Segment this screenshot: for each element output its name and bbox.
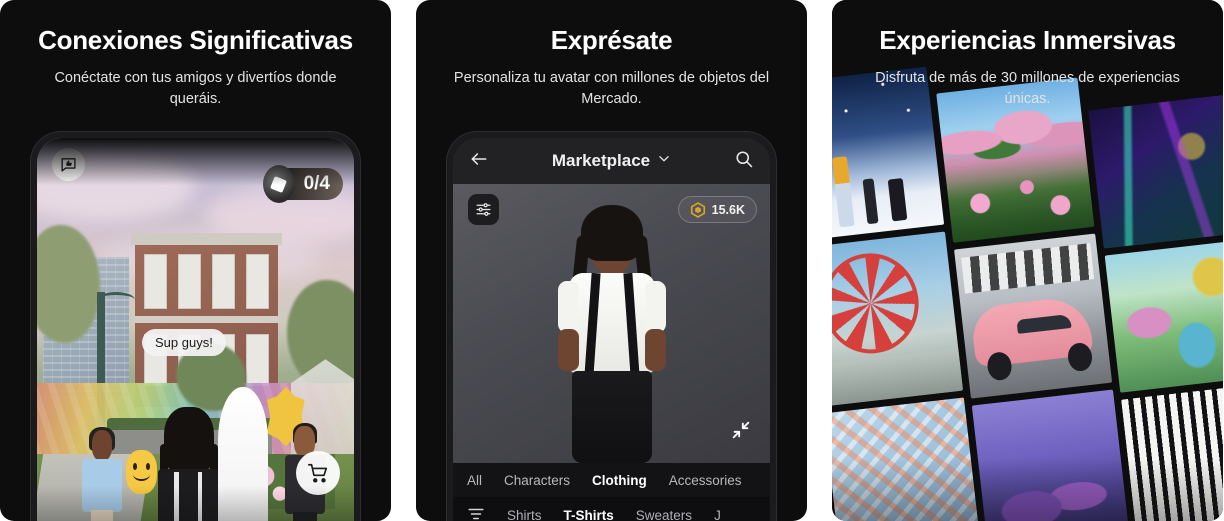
avatar-preview-stage: 15.6K [453, 184, 770, 463]
page-title: Exprésate [550, 25, 673, 55]
collage-tile-blue-abstract[interactable] [832, 397, 983, 521]
search-icon[interactable] [734, 149, 754, 174]
panel-2-header: Exprésate Personaliza tu avatar con mill… [416, 0, 807, 109]
experience-collage [832, 66, 1223, 521]
collage-tile-purple-fantasy[interactable] [972, 389, 1130, 521]
subtab-shirts[interactable]: Shirts [507, 508, 542, 521]
subtab-sweaters[interactable]: Sweaters [636, 508, 692, 521]
chat-bubble: Sup guys! [142, 329, 226, 356]
shopping-cart-icon[interactable] [296, 451, 340, 495]
tab-all[interactable]: All [467, 473, 482, 488]
collage-tile-pink-car[interactable] [954, 233, 1113, 399]
emoji-character [125, 450, 158, 494]
subtab-tshirts[interactable]: T-Shirts [564, 508, 614, 521]
panel-3-header: Experiencias Inmersivas Disfruta de más … [832, 0, 1223, 109]
page-title: Experiencias Inmersivas [879, 25, 1176, 55]
collage-tile-neon-club[interactable] [1088, 94, 1223, 249]
robux-balance-badge[interactable]: 15.6K [677, 196, 757, 223]
robux-hexagon-icon [690, 201, 706, 218]
collage-tile-carnival[interactable] [832, 231, 964, 407]
phone-frame-1: 0/4 Sup guys! [31, 132, 360, 521]
score-value: 0/4 [303, 173, 330, 194]
back-arrow-icon[interactable] [469, 149, 489, 174]
robux-amount: 15.6K [711, 202, 745, 217]
subcategory-tabs: Shirts T-Shirts Sweaters J [453, 497, 770, 521]
tab-clothing[interactable]: Clothing [592, 473, 647, 488]
roblox-logo-icon [262, 165, 295, 203]
panel-1-header: Conexiones Significativas Conéctate con … [0, 0, 391, 109]
panel-immersive-experiences: Experiencias Inmersivas Disfruta de más … [832, 0, 1223, 521]
chevron-down-icon [657, 151, 671, 171]
filter-lines-icon[interactable] [467, 505, 485, 521]
collage-tile-green-landscape[interactable] [1104, 239, 1223, 394]
phone-screen-2: Marketplace 15.6K All Characters Clothin… [453, 138, 770, 521]
avatar-player-2 [154, 406, 224, 521]
panel-meaningful-connections: Conexiones Significativas Conéctate con … [0, 0, 391, 521]
sliders-filter-icon[interactable] [468, 194, 499, 225]
page-subtitle: Personaliza tu avatar con millones de ob… [453, 70, 770, 107]
avatar-player-3 [217, 386, 269, 521]
phone-frame-2: Marketplace 15.6K All Characters Clothin… [447, 132, 776, 521]
status-badge-score: 0/4 [262, 165, 343, 203]
tab-accessories[interactable]: Accessories [669, 473, 742, 488]
panel-express-yourself: Exprésate Personaliza tu avatar con mill… [416, 0, 807, 521]
marketplace-title-label: Marketplace [551, 151, 651, 170]
page-subtitle: Disfruta de más de 30 millones de experi… [875, 70, 1180, 107]
marketplace-header: Marketplace [453, 138, 770, 184]
subtab-jackets-clipped[interactable]: J [714, 508, 721, 521]
phone-screen-1: 0/4 Sup guys! [37, 138, 354, 521]
avatar-player-1 [78, 426, 126, 521]
page-title: Conexiones Significativas [38, 25, 353, 55]
chat-thumbs-up-icon[interactable] [52, 148, 85, 181]
screenshot-gallery: Conexiones Significativas Conéctate con … [0, 0, 1224, 521]
page-subtitle: Conéctate con tus amigos y divertíos don… [54, 70, 337, 107]
collage-tile-piano[interactable] [1121, 384, 1223, 521]
category-tabs: All Characters Clothing Accessories [453, 463, 770, 497]
marketplace-title-dropdown[interactable]: Marketplace [489, 151, 734, 171]
collapse-arrows-icon[interactable] [730, 419, 752, 441]
marketplace-app: Marketplace 15.6K All Characters Clothin… [453, 138, 770, 521]
tab-characters[interactable]: Characters [504, 473, 570, 488]
avatar-preview[interactable] [557, 205, 667, 463]
